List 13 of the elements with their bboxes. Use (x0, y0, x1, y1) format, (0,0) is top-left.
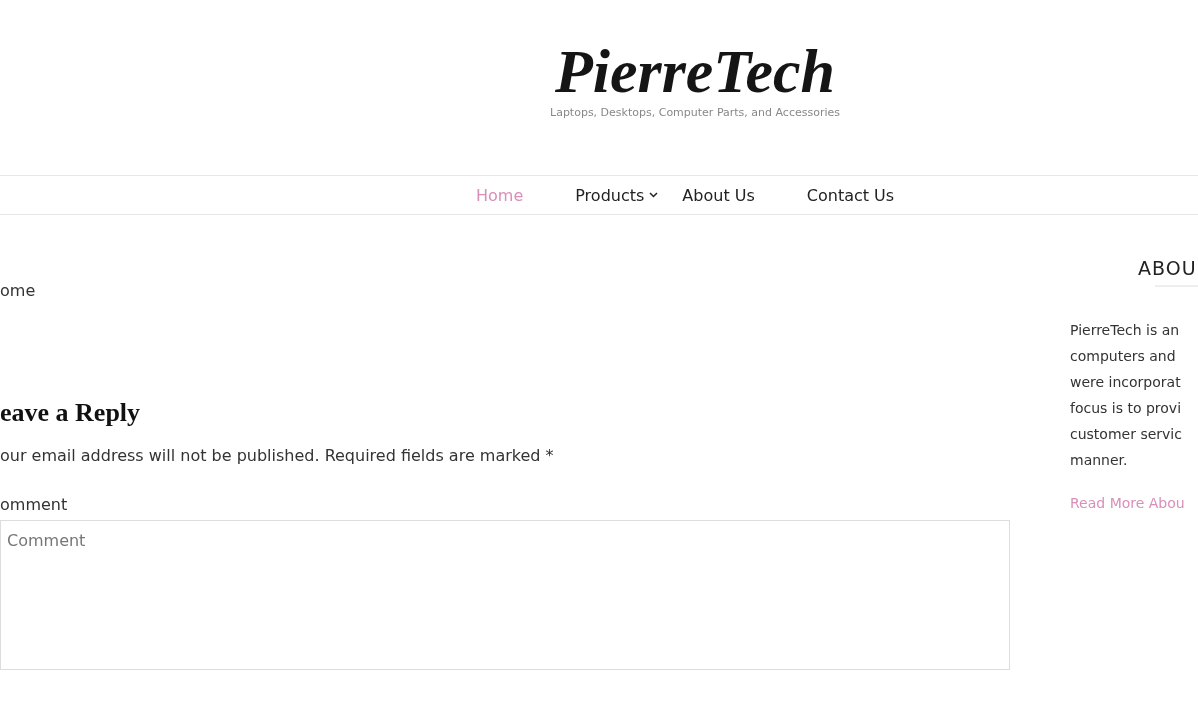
widget-title: ABOU (1138, 257, 1198, 279)
notice-text: our email address will not be published. Required fields are marked * (0, 446, 554, 465)
caret-icon (649, 192, 659, 198)
site-tagline: Laptops, Desktops, Computer Parts, and Accessories (550, 106, 840, 119)
about-text: PierreTech is an computers and were incorporat focus is to provi customer servic manner. (1070, 321, 1183, 470)
site-logo[interactable]: PierreTech (554, 38, 836, 104)
nav-link[interactable]: About Us (682, 185, 755, 205)
nav-link[interactable]: Contact Us (806, 185, 895, 205)
comment-field[interactable]: Comment (0, 520, 1010, 670)
comment-label: omment (0, 495, 68, 514)
nav-link[interactable]: Products (575, 185, 659, 205)
reply-heading: eave a Reply (0, 398, 141, 428)
breadcrumb: ome (0, 281, 36, 300)
